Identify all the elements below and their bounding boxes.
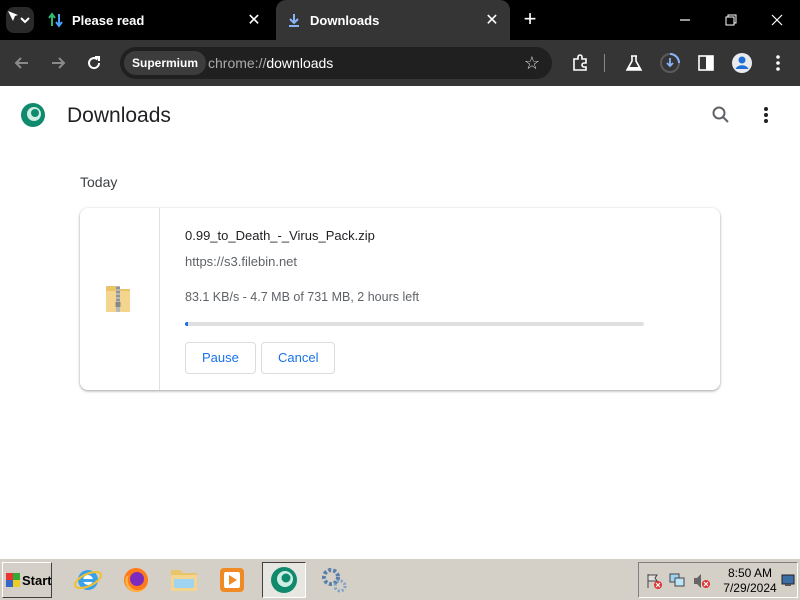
avatar-icon [732,53,752,73]
start-label: Start [22,572,52,588]
supermium-icon [271,567,297,593]
taskbar-app-internet-explorer[interactable] [66,562,110,598]
downloads-page: Downloads Today 0.99_to_Death_-_Virus_Pa… [0,86,800,558]
media-player-icon [220,568,244,592]
page-menu-button[interactable] [756,104,776,126]
windows-flag-icon [6,573,20,587]
download-progress-bar [185,322,644,326]
puzzle-icon [573,54,587,71]
download-progress-fill [185,322,188,326]
kebab-menu-icon [776,55,780,71]
tab-strip: Please read ✕ Downloads ✕ + [0,0,800,40]
taskbar-app-firefox[interactable] [114,562,158,598]
kebab-menu-icon [764,107,768,123]
show-desktop-icon[interactable] [781,573,795,592]
tab-downloads[interactable]: Downloads ✕ [276,0,510,40]
system-tray: 8:50 AM 7/29/2024 [638,562,798,598]
internet-explorer-icon [74,570,102,590]
start-button[interactable]: Start [2,562,52,598]
download-filename[interactable]: 0.99_to_Death_-_Virus_Pack.zip [185,228,375,243]
close-window-button[interactable] [754,0,800,40]
supermium-logo-icon [20,102,46,128]
side-panel-button[interactable] [694,51,718,75]
search-icon [712,106,729,123]
taskbar-app-settings[interactable] [312,562,356,598]
flask-icon [625,55,643,71]
back-button[interactable] [10,51,34,75]
network-status-icon[interactable] [669,573,687,594]
minimize-button[interactable] [662,0,708,40]
restore-icon [725,14,737,26]
file-icon-column [80,208,160,390]
forward-arrow-icon [52,57,66,69]
close-tab-icon[interactable]: ✕ [482,10,502,30]
clock-date: 7/29/2024 [723,581,777,595]
browser-toolbar: Supermium chrome://downloads ☆ [0,40,800,86]
download-source-url[interactable]: https://s3.filebin.net [185,254,297,269]
action-center-warning-icon[interactable] [645,573,663,594]
back-arrow-icon [14,57,28,69]
browser-menu-button[interactable] [766,51,790,75]
toolbar-separator [604,54,605,72]
downloads-toolbar-button[interactable] [658,51,682,75]
download-icon [286,12,302,28]
extensions-button[interactable] [568,51,592,75]
search-downloads-button[interactable] [710,104,732,126]
section-date-label: Today [80,174,118,190]
restore-button[interactable] [708,0,754,40]
labs-button[interactable] [622,51,646,75]
reload-button[interactable] [82,51,106,75]
chevron-down-icon [8,11,30,24]
minimize-icon [680,19,690,21]
download-progress-icon [660,53,680,73]
reload-icon [88,56,101,70]
tab-search-button[interactable] [6,7,34,33]
taskbar-app-media-player[interactable] [210,562,254,598]
new-tab-button[interactable]: + [518,8,542,32]
download-item-card: 0.99_to_Death_-_Virus_Pack.zip https://s… [80,208,720,390]
taskbar-app-file-explorer[interactable] [162,562,206,598]
side-panel-icon [698,55,714,71]
download-status-text: 83.1 KB/s - 4.7 MB of 731 MB, 2 hours le… [185,290,420,304]
taskbar-clock[interactable]: 8:50 AM 7/29/2024 [717,566,783,596]
clock-time: 8:50 AM [727,566,773,580]
cancel-button[interactable]: Cancel [261,342,336,374]
forward-button[interactable] [46,51,70,75]
site-chip[interactable]: Supermium [124,51,207,75]
close-icon [771,14,783,26]
address-bar[interactable]: Supermium chrome://downloads ☆ [120,47,552,79]
firefox-icon [124,568,148,593]
pause-button[interactable]: Pause [185,342,256,374]
volume-muted-icon[interactable] [693,573,711,594]
page-title: Downloads [67,104,171,127]
taskbar: Start 8:50 AM 7/29/2024 [0,558,800,600]
url-text[interactable]: chrome://downloads [208,47,333,79]
close-tab-icon[interactable]: ✕ [244,10,264,30]
tab-title: Downloads [310,12,380,28]
tab-please-read[interactable]: Please read ✕ [38,0,272,40]
zip-folder-icon [104,282,132,314]
profile-button[interactable] [730,51,754,75]
taskbar-app-supermium[interactable] [262,562,306,598]
url-scheme: chrome:// [208,55,267,71]
bookmark-star-icon[interactable]: ☆ [522,53,542,73]
settings-gears-icon [322,568,347,593]
transfer-arrows-icon [48,12,64,28]
file-explorer-icon [171,570,197,591]
tab-title: Please read [72,12,145,28]
url-host: downloads [266,55,334,71]
